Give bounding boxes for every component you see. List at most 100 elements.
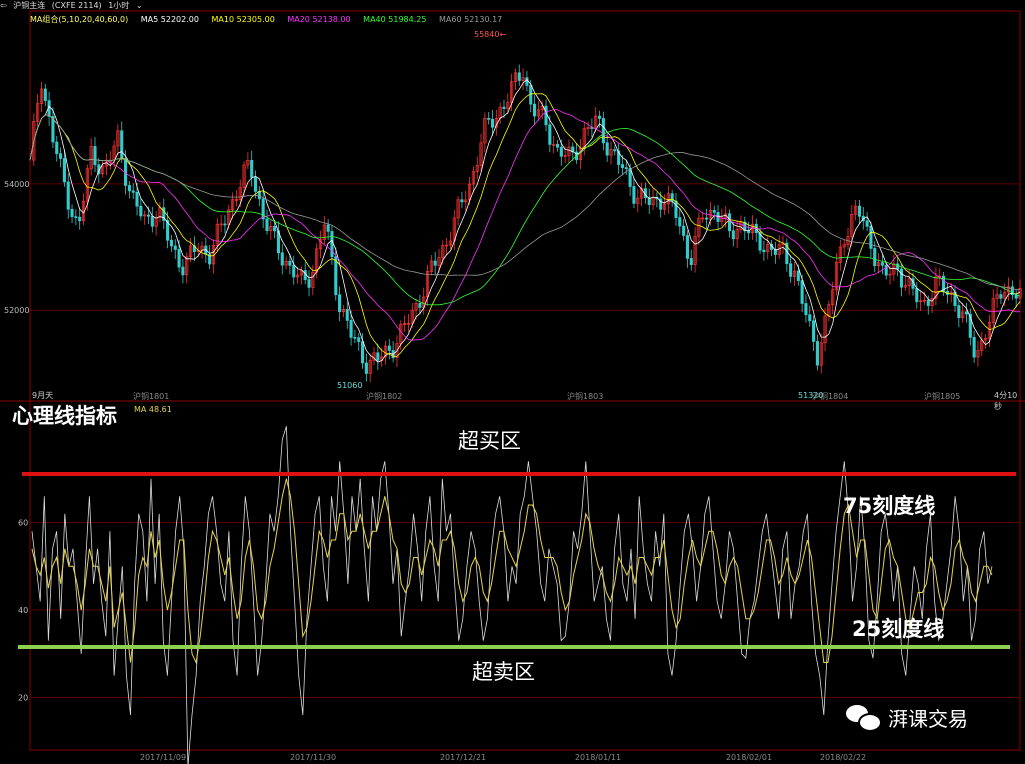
instrument-code: (CXFE 2114) (51, 1, 102, 10)
candle-body (66, 181, 70, 210)
candle-body (632, 186, 636, 204)
candle-body (601, 118, 605, 144)
candle-body (548, 124, 552, 145)
date-tick-label: 2017/11/09 (140, 753, 186, 762)
candle-body (250, 160, 254, 178)
candle-body (78, 216, 82, 222)
candle-body (418, 303, 422, 308)
candle-body (685, 235, 690, 259)
candle-body (349, 320, 353, 338)
candle-body (559, 146, 563, 157)
candles (32, 64, 1022, 383)
candle-body (345, 309, 349, 321)
back-icon[interactable]: ⇦ (0, 1, 7, 10)
candle-body (265, 218, 269, 231)
candle-body (487, 118, 491, 120)
candle-body (926, 299, 930, 306)
ma-legend: MA组合(5,10,20,40,60,0) MA5 52202.00 MA10 … (30, 14, 512, 25)
candle-body (223, 223, 227, 226)
candle-body (789, 263, 793, 277)
contract-label: 沪铜1801 (133, 392, 170, 401)
contract-label: 沪铜1803 (567, 392, 604, 401)
candle-body (865, 220, 869, 227)
watermark-text: 湃课交易 (888, 707, 968, 731)
candle-body (613, 149, 617, 152)
candle-body (173, 245, 177, 250)
candle-body (873, 248, 877, 267)
candle-body (815, 341, 819, 366)
ma-group-label[interactable]: MA组合(5,10,20,40,60,0) (30, 15, 128, 24)
candle-body (880, 262, 884, 266)
candle-body (292, 264, 296, 278)
wechat-icon (846, 704, 882, 732)
candle-body (357, 337, 361, 342)
candle-body (43, 88, 47, 101)
ma10-label: MA10 52305.00 (211, 15, 275, 24)
candle-body (525, 77, 529, 86)
candle-body (689, 257, 693, 265)
ma5-line (29, 79, 1021, 363)
psy-tick-label: 60 (18, 519, 28, 528)
candle-body (804, 303, 808, 316)
candle-body (972, 337, 976, 358)
candle-body (857, 205, 862, 217)
psy-tick-label: 40 (18, 606, 28, 615)
contract-label: 沪铜1802 (366, 392, 403, 401)
oversold-label: 超卖区 (472, 660, 535, 684)
candle-body (460, 199, 464, 203)
overbought-label: 超买区 (458, 429, 521, 453)
date-tick-label: 2018/02/01 (726, 753, 772, 762)
misc-right-label: 4分10秒 (994, 391, 1018, 411)
contract-label: 沪铜1805 (924, 392, 961, 401)
instrument-title[interactable]: 沪铜主连 (13, 1, 45, 10)
candle-body (387, 345, 391, 351)
candle-body (127, 185, 131, 192)
candle-body (288, 260, 292, 266)
candle-body (808, 314, 812, 322)
candle-body (74, 216, 78, 219)
candle-body (273, 226, 277, 232)
candle-body (915, 288, 919, 303)
candle-body (712, 209, 716, 213)
price-tick-label: 54000 (4, 180, 29, 189)
chevron-down-icon[interactable]: ⌄ (136, 1, 143, 10)
candle-body (62, 158, 66, 183)
candle-body (517, 72, 521, 81)
period-selector[interactable]: 1小时 (108, 1, 129, 10)
line25-label: 25刻度线 (852, 617, 945, 641)
candle-body (338, 294, 342, 313)
contract-label: 沪铜1804 (812, 392, 849, 401)
ma40-line (29, 114, 1021, 306)
candle-body (120, 130, 124, 160)
candle-body (257, 191, 261, 200)
candle-body (307, 279, 311, 288)
candle-body (169, 239, 173, 247)
candle-body (70, 208, 74, 218)
line75-label: 75刻度线 (843, 494, 936, 518)
candle-body (727, 213, 732, 232)
candle-body (620, 164, 625, 168)
candle-body (59, 153, 63, 159)
ma60-label: MA60 52130.17 (439, 15, 503, 24)
candle-body (334, 256, 338, 296)
price-tick-label: 52000 (4, 306, 29, 315)
candle-body (678, 217, 682, 227)
candle-body (899, 268, 904, 288)
candle-body (705, 217, 709, 220)
ma40-label: MA40 51984.25 (363, 15, 427, 24)
candle-body (555, 144, 560, 148)
candle-body (490, 118, 495, 128)
psy-tick-label: 20 (18, 694, 28, 703)
candle-body (253, 177, 258, 192)
candle-body (433, 260, 437, 266)
ma5-label: MA5 52202.00 (140, 15, 199, 24)
candle-body (800, 280, 804, 304)
chart-toolbar: ⇦ 沪铜主连 (CXFE 2114) 1小时 ⌄ (0, 0, 147, 11)
candle-body (364, 362, 368, 374)
candle-body (682, 225, 686, 236)
candle-body (139, 205, 143, 217)
watermark: 湃课交易 (846, 703, 968, 732)
candle-body (964, 311, 969, 315)
candle-body (280, 252, 284, 266)
candle-body (957, 305, 961, 319)
